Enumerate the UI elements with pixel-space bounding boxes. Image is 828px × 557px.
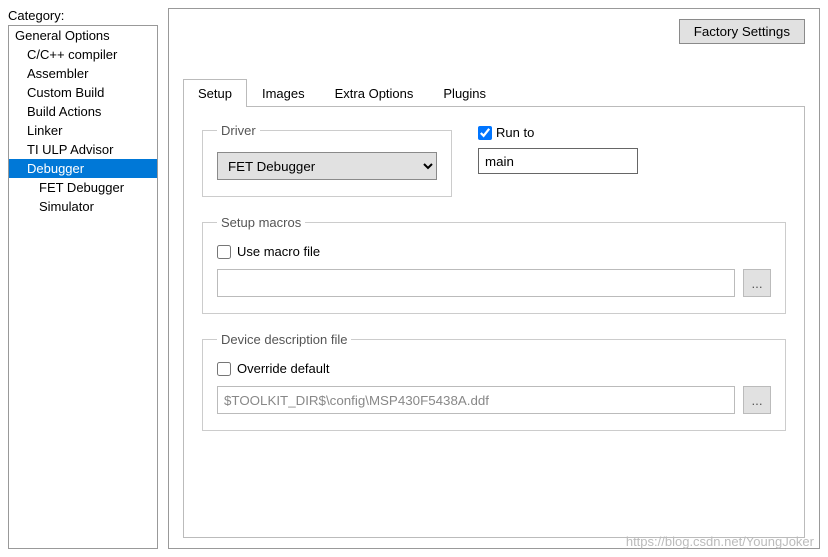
macro-file-input[interactable] <box>217 269 735 297</box>
use-macro-label: Use macro file <box>237 244 320 259</box>
driver-group: Driver FET Debugger <box>202 123 452 197</box>
tree-item-compiler[interactable]: C/C++ compiler <box>9 45 157 64</box>
tree-item-fetdebugger[interactable]: FET Debugger <box>9 178 157 197</box>
main-panel: Factory Settings Setup Images Extra Opti… <box>168 8 820 549</box>
factory-settings-button[interactable]: Factory Settings <box>679 19 805 44</box>
tab-setup-body: Driver FET Debugger Run to Setup macros … <box>183 107 805 538</box>
tree-item-ulpadvisor[interactable]: TI ULP Advisor <box>9 140 157 159</box>
tree-item-general[interactable]: General Options <box>9 26 157 45</box>
setup-macros-legend: Setup macros <box>217 215 305 230</box>
runto-checkbox[interactable] <box>478 126 492 140</box>
override-row[interactable]: Override default <box>217 361 771 376</box>
use-macro-row[interactable]: Use macro file <box>217 244 771 259</box>
tree-item-custombuild[interactable]: Custom Build <box>9 83 157 102</box>
tab-plugins[interactable]: Plugins <box>428 79 501 107</box>
tab-setup[interactable]: Setup <box>183 79 247 107</box>
runto-label: Run to <box>496 125 534 140</box>
override-checkbox[interactable] <box>217 362 231 376</box>
tree-item-simulator[interactable]: Simulator <box>9 197 157 216</box>
use-macro-checkbox[interactable] <box>217 245 231 259</box>
runto-input[interactable] <box>478 148 638 174</box>
override-label: Override default <box>237 361 330 376</box>
tab-extraoptions[interactable]: Extra Options <box>320 79 429 107</box>
tabs: Setup Images Extra Options Plugins <box>183 78 805 107</box>
tree-item-assembler[interactable]: Assembler <box>9 64 157 83</box>
tab-images[interactable]: Images <box>247 79 320 107</box>
macro-browse-button[interactable]: ... <box>743 269 771 297</box>
category-label: Category: <box>8 8 158 23</box>
tree-item-debugger[interactable]: Debugger <box>9 159 157 178</box>
runto-checkbox-row[interactable]: Run to <box>478 125 638 140</box>
ddf-file-input <box>217 386 735 414</box>
tree-item-buildactions[interactable]: Build Actions <box>9 102 157 121</box>
tree-item-linker[interactable]: Linker <box>9 121 157 140</box>
ddf-group: Device description file Override default… <box>202 332 786 431</box>
ddf-browse-button[interactable]: ... <box>743 386 771 414</box>
setup-macros-group: Setup macros Use macro file ... <box>202 215 786 314</box>
ddf-legend: Device description file <box>217 332 351 347</box>
category-tree[interactable]: General Options C/C++ compiler Assembler… <box>8 25 158 549</box>
driver-select[interactable]: FET Debugger <box>217 152 437 180</box>
driver-legend: Driver <box>217 123 260 138</box>
